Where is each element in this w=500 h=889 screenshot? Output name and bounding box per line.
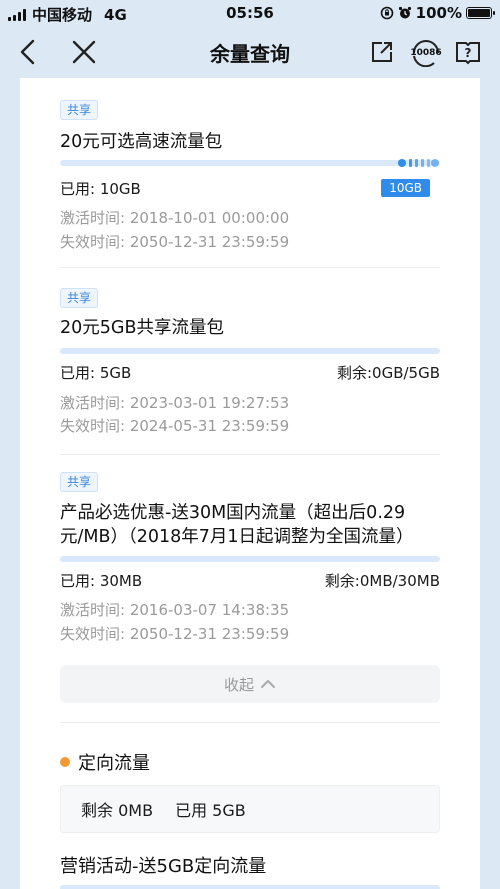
- activation-time: 激活时间: 2018-10-01 00:00:00: [60, 209, 290, 227]
- usage-bar: [60, 556, 440, 562]
- usage-indicator-icon: [398, 159, 439, 167]
- status-left: 中国移动 4G: [8, 4, 127, 25]
- status-right: 100%: [380, 4, 495, 22]
- activation-time: 激活时间: 2023-03-01 19:27:53: [60, 394, 290, 412]
- battery-icon: [466, 7, 495, 19]
- directed-summary: 剩余 0MB 已用 5GB: [60, 785, 440, 833]
- close-button[interactable]: [68, 36, 100, 68]
- share-button[interactable]: [366, 36, 398, 68]
- activation-time: 激活时间: 2016-03-07 14:38:35: [60, 601, 290, 619]
- section-title-label: 定向流量: [78, 753, 150, 774]
- directed-remaining: 剩余 0MB: [81, 801, 154, 820]
- usage-bar: [60, 885, 440, 889]
- usage-bar: [60, 160, 440, 166]
- usage-badge: 10GB: [381, 179, 430, 197]
- divider: [60, 722, 440, 723]
- service-number: 10086: [410, 48, 442, 58]
- collapse-button[interactable]: 收起: [60, 665, 440, 703]
- section-title-directed: 定向流量: [60, 749, 150, 775]
- network-type: 4G: [104, 5, 127, 24]
- back-button[interactable]: [12, 36, 44, 68]
- chevron-left-icon: [20, 39, 35, 65]
- svg-text:?: ?: [465, 46, 472, 60]
- share-icon: [372, 42, 392, 62]
- section-dot-icon: [60, 757, 70, 767]
- shared-tag: 共享: [60, 472, 99, 492]
- shared-tag: 共享: [60, 100, 99, 120]
- package-name: 20元可选高速流量包: [60, 132, 223, 152]
- directed-used: 已用 5GB: [175, 801, 246, 820]
- package-item: 共享 产品必选优惠-送30M国内流量（超出后0.29元/MB）（2018年7月1…: [60, 472, 440, 652]
- package-item: 共享 20元可选高速流量包 已用: 10GB 10GB 激活时间: 2018-1…: [60, 100, 440, 275]
- usage-bar: [60, 348, 440, 354]
- chevron-up-icon: [261, 680, 275, 688]
- expiration-time: 失效时间: 2050-12-31 23:59:59: [60, 625, 290, 643]
- package-name: 20元5GB共享流量包: [60, 318, 224, 338]
- signal-icon: [8, 8, 26, 21]
- carrier-name: 中国移动: [32, 6, 93, 24]
- alarm-icon: [398, 6, 411, 19]
- help-book-icon: ?: [456, 42, 480, 65]
- remaining-amount: 剩余:0MB/30MB: [324, 572, 440, 590]
- battery-percent: 100%: [415, 4, 462, 22]
- divider: [60, 454, 440, 455]
- package-item: 共享 20元5GB共享流量包 已用: 5GB 剩余:0GB/5GB 激活时间: …: [60, 288, 440, 448]
- rotation-lock-icon: [380, 6, 393, 20]
- status-bar: 中国移动 4G 05:56 100%: [0, 0, 500, 26]
- content-card: 共享 20元可选高速流量包 已用: 10GB 10GB 激活时间: 2018-1…: [20, 78, 480, 889]
- remaining-amount: 剩余:0GB/5GB: [336, 364, 440, 382]
- close-icon: [72, 40, 96, 64]
- divider: [60, 267, 440, 268]
- used-amount: 已用: 5GB: [60, 364, 132, 382]
- expiration-time: 失效时间: 2024-05-31 23:59:59: [60, 417, 290, 435]
- package-name: 产品必选优惠-送30M国内流量（超出后0.29元/MB）（2018年7月1日起调…: [60, 503, 414, 547]
- used-amount: 已用: 10GB: [60, 180, 141, 198]
- shared-tag: 共享: [60, 288, 99, 308]
- expiration-time: 失效时间: 2050-12-31 23:59:59: [60, 233, 290, 251]
- package-name: 营销活动-送5GB定向流量: [60, 856, 267, 877]
- nav-bar: 余量查询 10086 ?: [0, 26, 500, 78]
- service-hotline-button[interactable]: 10086: [408, 36, 444, 68]
- help-button[interactable]: ?: [452, 36, 484, 68]
- used-amount: 已用: 30MB: [60, 572, 143, 590]
- collapse-label: 收起: [223, 675, 254, 694]
